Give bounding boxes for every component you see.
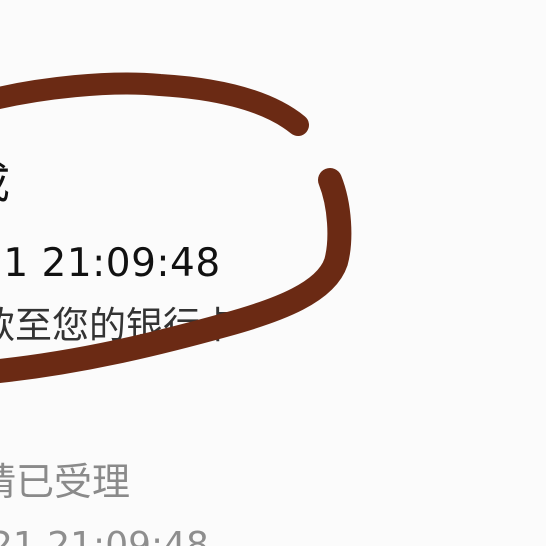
step-description-current: 款至您的银行卡 [0, 304, 237, 347]
step-title-current: 成 [0, 162, 10, 206]
annotation-stroke-top [0, 72, 309, 136]
step-timestamp-previous: 21 21:09:48 [0, 525, 209, 546]
step-title-previous: 请已受理 [0, 460, 131, 504]
step-timestamp-current: 21 21:09:48 [0, 241, 221, 286]
screenshot-canvas: 成 21 21:09:48 款至您的银行卡 请已受理 21 21:09:48 [0, 0, 546, 546]
